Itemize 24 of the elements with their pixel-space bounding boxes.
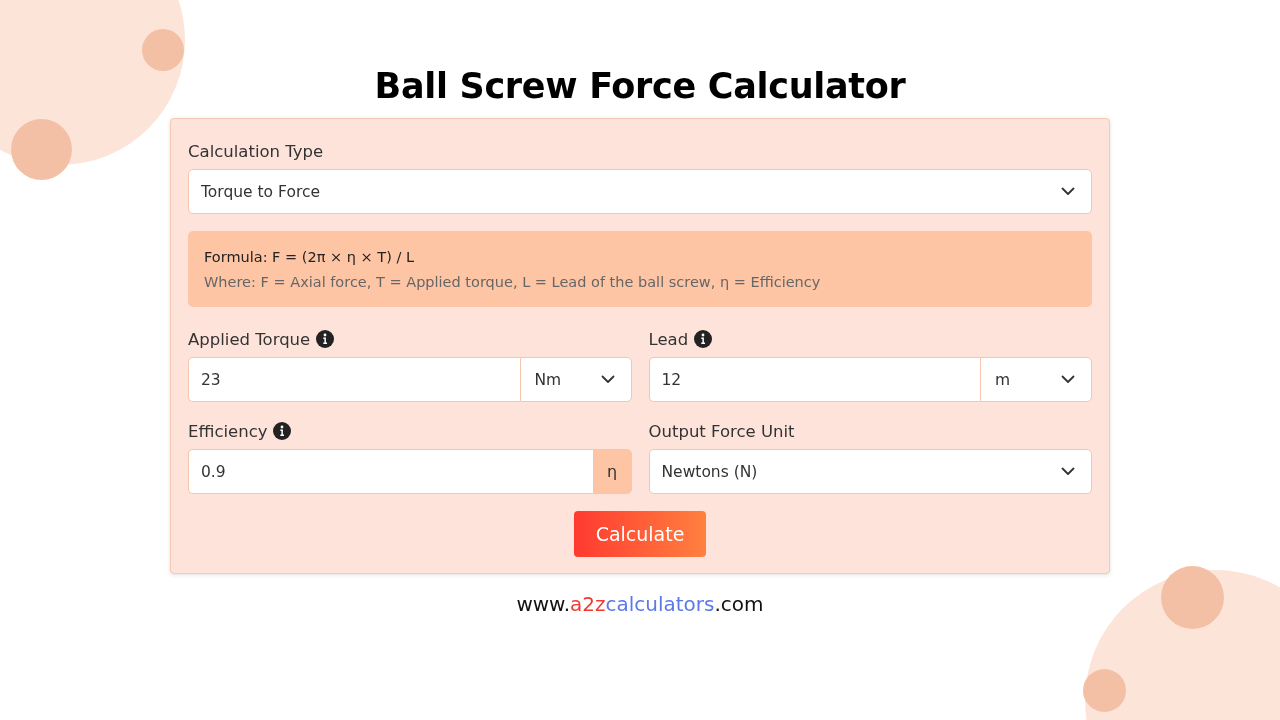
unit-addon: η — [592, 449, 632, 494]
formula-text: Formula: F = (2π × η × T) / L — [204, 249, 416, 265]
page-title: Ball Screw Force Calculator — [374, 66, 906, 106]
info-icon[interactable] — [273, 422, 292, 440]
field-label: Efficiency — [188, 421, 268, 441]
chevron-down-icon — [1061, 375, 1075, 384]
value-input[interactable]: 23 — [188, 357, 520, 402]
chevron-down-icon — [1061, 467, 1075, 476]
info-icon[interactable] — [316, 330, 335, 348]
formula-legend: Where: F = Axial force, T = Applied torque, L = Lead of the ball screw, η = Efficiency — [204, 274, 1076, 290]
field-label: Applied Torque — [188, 329, 311, 349]
value-input[interactable]: 0.9 — [188, 449, 593, 494]
chevron-down-icon — [1061, 187, 1075, 196]
unit-select[interactable]: Nm — [519, 357, 632, 402]
field-label: Calculation Type — [188, 141, 324, 161]
unit-select[interactable]: m — [980, 357, 1092, 402]
website-url: www.a2zcalculators.com — [516, 592, 764, 616]
unit-select[interactable]: Newtons (N) — [648, 449, 1092, 494]
calculation-type-select[interactable]: Torque to Force — [188, 169, 1092, 214]
info-icon[interactable] — [694, 330, 713, 348]
field-label: Output Force Unit — [648, 421, 795, 441]
field-label: Lead — [648, 329, 689, 349]
chevron-down-icon — [600, 375, 615, 384]
value-input[interactable]: 12 — [648, 357, 980, 402]
